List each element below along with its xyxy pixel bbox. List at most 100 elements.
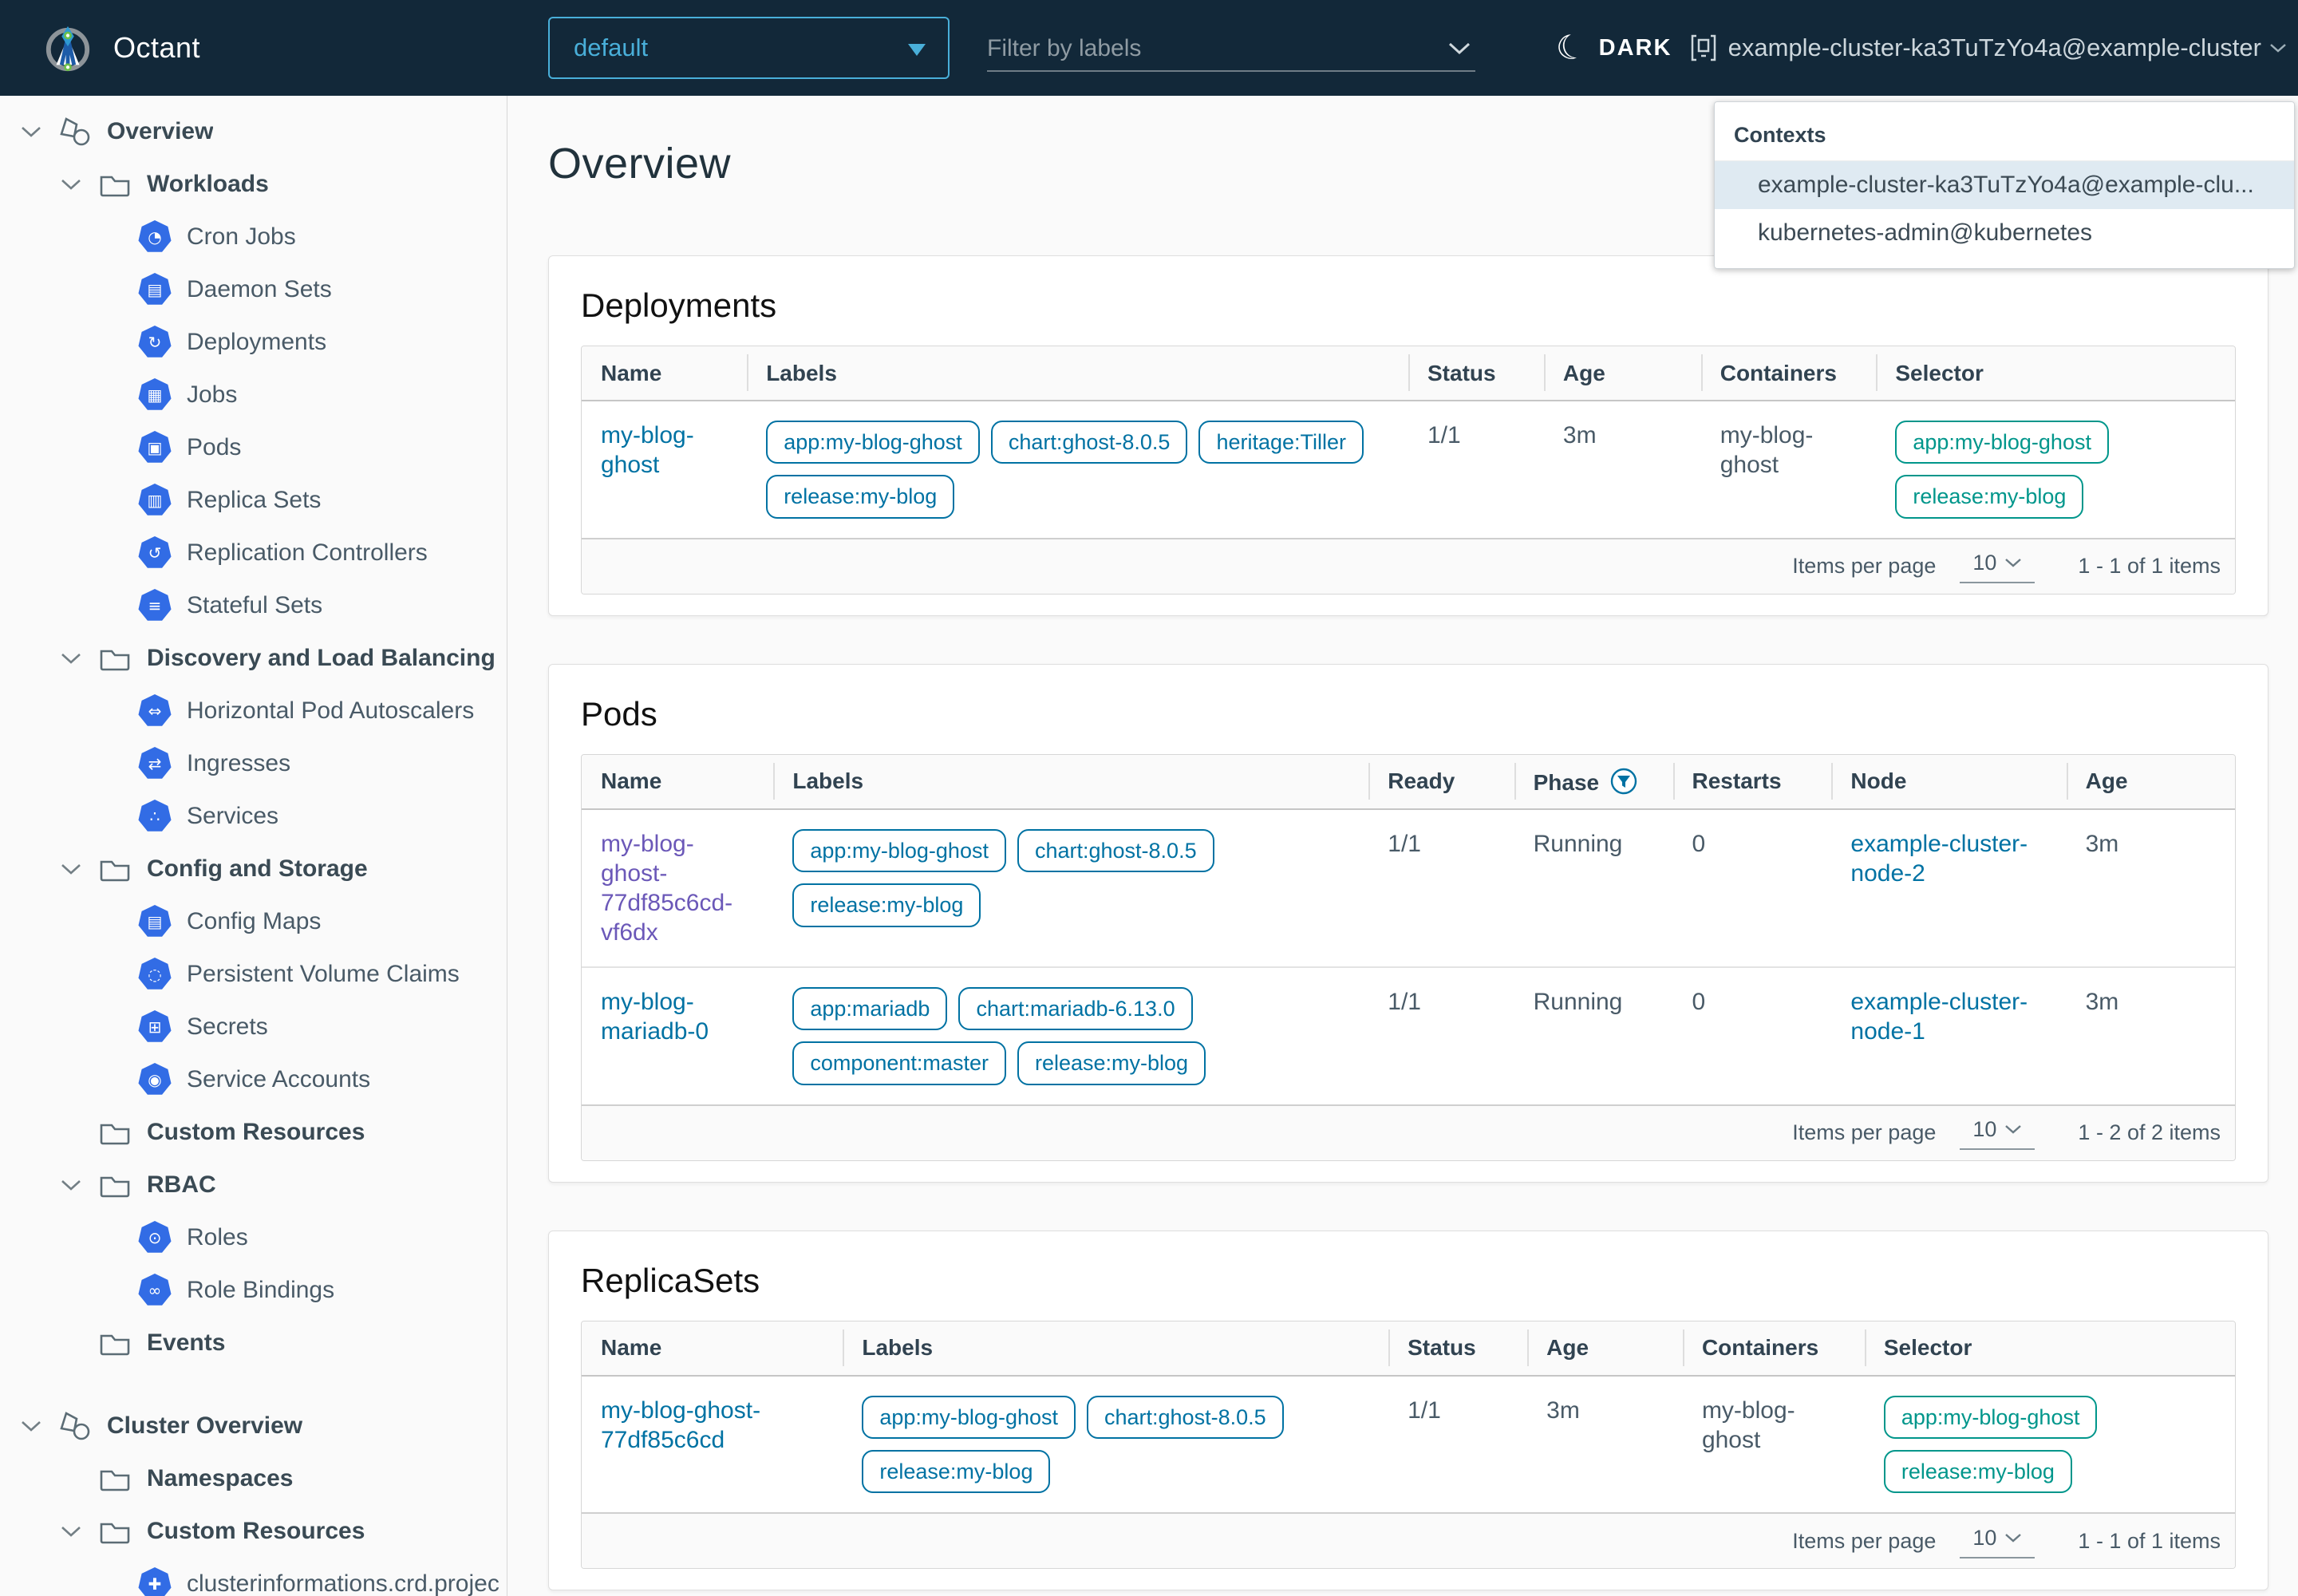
resource-name-link[interactable]: my-blog-ghost	[601, 422, 694, 478]
cell-value: Running	[1534, 989, 1623, 1015]
selector-tag[interactable]: app:my-blog-ghost	[1895, 421, 2109, 464]
sidebar-item-role-bindings[interactable]: ∞Role Bindings	[0, 1264, 507, 1317]
cell-age: 3m	[1544, 401, 1701, 538]
resource-name-link[interactable]: my-blog-mariadb-0	[601, 989, 709, 1045]
sidebar-item-cluster-overview[interactable]: Cluster Overview	[0, 1400, 507, 1452]
column-header-name[interactable]: Name	[582, 1321, 843, 1376]
sidebar-item-persistent-volume-claims[interactable]: ◌Persistent Volume Claims	[0, 948, 507, 1001]
svg-text:↻: ↻	[148, 333, 162, 352]
dark-theme-toggle[interactable]: ☾ DARK	[1556, 0, 1672, 96]
column-header-age[interactable]: Age	[1544, 346, 1701, 401]
label-tag[interactable]: app:my-blog-ghost	[862, 1396, 1076, 1439]
sidebar-item-replication-controllers[interactable]: ↺Replication Controllers	[0, 527, 507, 579]
sidebar-item-config-and-storage[interactable]: Config and Storage	[0, 843, 507, 895]
sidebar-item-roles[interactable]: ⊙Roles	[0, 1211, 507, 1264]
chevron-down-icon[interactable]	[61, 863, 96, 875]
k8s-icon: ⇔	[136, 693, 174, 729]
node-link[interactable]: example-cluster-node-1	[1850, 989, 2028, 1045]
sidebar-item-replica-sets[interactable]: ▥Replica Sets	[0, 474, 507, 527]
sidebar-item-clusterinformations-crd-projec[interactable]: ✚clusterinformations.crd.projec	[0, 1558, 507, 1596]
label-tag[interactable]: release:my-blog	[862, 1450, 1050, 1493]
chevron-down-icon[interactable]	[21, 125, 56, 138]
context-menu-item[interactable]: kubernetes-admin@kubernetes	[1715, 209, 2294, 257]
sidebar-item-secrets[interactable]: ⊞Secrets	[0, 1001, 507, 1053]
svg-text:▣: ▣	[148, 438, 163, 457]
sidebar-item-cron-jobs[interactable]: ◔Cron Jobs	[0, 211, 507, 263]
column-header-name[interactable]: Name	[582, 755, 773, 809]
label-tag[interactable]: app:mariadb	[792, 987, 947, 1030]
column-header-restarts[interactable]: Restarts	[1673, 755, 1832, 809]
column-header-labels[interactable]: Labels	[747, 346, 1408, 401]
sidebar-item-daemon-sets[interactable]: ▤Daemon Sets	[0, 263, 507, 316]
column-header-phase[interactable]: Phase	[1514, 755, 1673, 809]
column-header-age[interactable]: Age	[1527, 1321, 1683, 1376]
column-header-status[interactable]: Status	[1388, 1321, 1527, 1376]
column-header-labels[interactable]: Labels	[773, 755, 1368, 809]
label-tag[interactable]: component:master	[792, 1041, 1006, 1084]
label-tag[interactable]: app:my-blog-ghost	[766, 421, 980, 464]
sidebar-item-overview[interactable]: Overview	[0, 105, 507, 158]
svg-text:⇔: ⇔	[148, 701, 162, 721]
label-tag[interactable]: chart:ghost-8.0.5	[1087, 1396, 1284, 1439]
node-link[interactable]: example-cluster-node-2	[1850, 831, 2028, 887]
sidebar-item-custom-resources[interactable]: Custom Resources	[0, 1505, 507, 1558]
column-header-labels[interactable]: Labels	[843, 1321, 1388, 1376]
column-header-containers[interactable]: Containers	[1683, 1321, 1865, 1376]
card-title: Deployments	[581, 286, 2236, 325]
chevron-down-icon[interactable]	[61, 1525, 96, 1538]
column-header-ready[interactable]: Ready	[1368, 755, 1514, 809]
page-size-select[interactable]: 10	[1960, 549, 2035, 583]
selector-tag[interactable]: release:my-blog	[1884, 1450, 2072, 1493]
label-tag[interactable]: chart:ghost-8.0.5	[991, 421, 1188, 464]
sidebar-item-config-maps[interactable]: ▤Config Maps	[0, 895, 507, 948]
sidebar-item-workloads[interactable]: Workloads	[0, 158, 507, 211]
context-menu-item[interactable]: example-cluster-ka3TuTzYo4a@example-clu.…	[1715, 161, 2294, 209]
sidebar-item-services[interactable]: ∴Services	[0, 790, 507, 843]
resource-name-link[interactable]: my-blog-ghost-77df85c6cd	[601, 1397, 760, 1453]
sidebar-item-discovery-and-load-balancing[interactable]: Discovery and Load Balancing	[0, 632, 507, 685]
namespace-select[interactable]: default	[548, 17, 950, 79]
label-tag[interactable]: heritage:Tiller	[1198, 421, 1364, 464]
filter-icon[interactable]	[1610, 768, 1637, 795]
column-header-age[interactable]: Age	[2067, 755, 2235, 809]
sidebar-item-events[interactable]: Events	[0, 1317, 507, 1369]
cell-value: 3m	[2086, 989, 2119, 1015]
sidebar-item-label: Secrets	[187, 1013, 268, 1041]
sidebar-item-rbac[interactable]: RBAC	[0, 1159, 507, 1211]
label-tag[interactable]: release:my-blog	[766, 475, 954, 518]
sidebar-item-label: Ingresses	[187, 750, 290, 777]
sidebar-item-pods[interactable]: ▣Pods	[0, 421, 507, 474]
sidebar-item-deployments[interactable]: ↻Deployments	[0, 316, 507, 369]
sidebar-item-namespaces[interactable]: Namespaces	[0, 1452, 507, 1505]
sidebar-item-jobs[interactable]: ▦Jobs	[0, 369, 507, 421]
column-header-status[interactable]: Status	[1408, 346, 1544, 401]
chevron-down-icon[interactable]	[21, 1420, 56, 1432]
sidebar-item-ingresses[interactable]: ⇄Ingresses	[0, 737, 507, 790]
label-tag[interactable]: chart:mariadb-6.13.0	[958, 987, 1192, 1030]
column-header-containers[interactable]: Containers	[1701, 346, 1877, 401]
resource-name-link[interactable]: my-blog-ghost-77df85c6cd-vf6dx	[601, 831, 732, 946]
column-header-node[interactable]: Node	[1831, 755, 2066, 809]
svg-text:∴: ∴	[150, 807, 160, 826]
context-switcher[interactable]: example-cluster-ka3TuTzYo4a@example-clus…	[1690, 0, 2287, 96]
column-header-name[interactable]: Name	[582, 346, 747, 401]
selector-tag[interactable]: release:my-blog	[1895, 475, 2083, 518]
sidebar-item-stateful-sets[interactable]: ≡Stateful Sets	[0, 579, 507, 632]
label-tag[interactable]: chart:ghost-8.0.5	[1017, 829, 1214, 872]
page-size-select[interactable]: 10	[1960, 1116, 2035, 1150]
label-filter-input[interactable]: Filter by labels	[987, 27, 1475, 72]
column-header-selector[interactable]: Selector	[1865, 1321, 2235, 1376]
selector-tag[interactable]: app:my-blog-ghost	[1884, 1396, 2098, 1439]
label-tag[interactable]: app:my-blog-ghost	[792, 829, 1006, 872]
label-tag[interactable]: release:my-blog	[1017, 1041, 1206, 1084]
sidebar-item-service-accounts[interactable]: ◉Service Accounts	[0, 1053, 507, 1106]
label-tag[interactable]: release:my-blog	[792, 883, 981, 926]
column-header-selector[interactable]: Selector	[1876, 346, 2235, 401]
sidebar-item-horizontal-pod-autoscalers[interactable]: ⇔Horizontal Pod Autoscalers	[0, 685, 507, 737]
chevron-down-icon[interactable]	[61, 1179, 96, 1191]
page-size-select[interactable]: 10	[1960, 1524, 2035, 1558]
sidebar-item-custom-resources[interactable]: Custom Resources	[0, 1106, 507, 1159]
chevron-down-icon[interactable]	[61, 178, 96, 191]
sidebar-item-label: Events	[147, 1329, 225, 1357]
chevron-down-icon[interactable]	[61, 652, 96, 665]
